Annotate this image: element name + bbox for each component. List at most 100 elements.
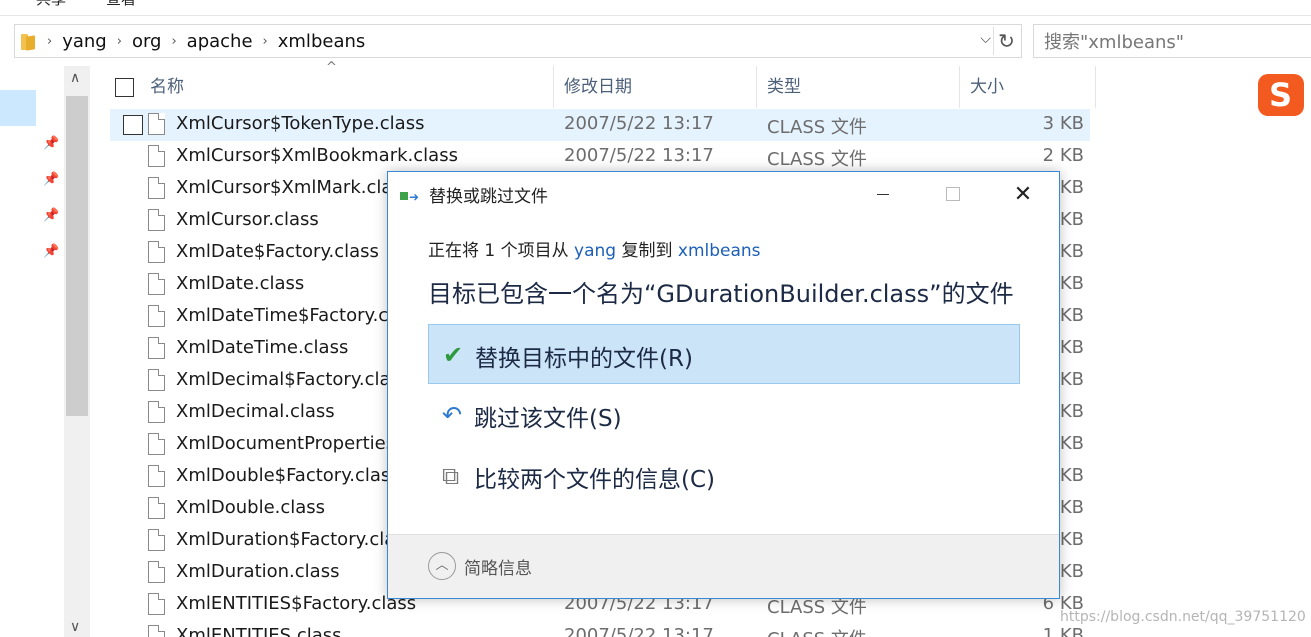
copy-status-prefix: 正在将 1 个项目从 [428,241,575,261]
file-size: 3 KB [1042,113,1084,134]
ribbon-tabs: 共享 查看 [0,0,136,8]
file-name: XmlCursor$TokenType.class [176,113,425,134]
column-date[interactable]: 修改日期 [554,66,757,108]
destination-folder-link[interactable]: xmlbeans [678,241,761,261]
breadcrumb-org[interactable]: org [132,31,162,52]
file-name: XmlDouble.class [176,497,326,518]
file-row[interactable]: XmlENTITIES.class 2007/5/22 13:17 CLASS 文件… [110,621,1090,637]
chevron-right-icon[interactable]: › [171,34,176,49]
file-name: XmlCursor.class [176,209,319,230]
fewer-details-label[interactable]: 简略信息 [464,554,532,579]
navigation-pane: 📌 📌 📌 📌 [0,66,64,637]
file-name: XmlDate.class [176,273,305,294]
nav-scrollbar[interactable]: ∧ ∨ [64,66,90,637]
refresh-icon[interactable]: ↻ [993,27,1019,55]
address-bar[interactable]: › yang › org › apache › xmlbeans ⌵ ↻ [14,24,1022,58]
file-name: XmlDateTime.class [176,337,349,358]
file-size: KB [1059,369,1084,390]
nav-selected-item[interactable] [0,90,36,126]
breadcrumb-yang[interactable]: yang [62,31,107,52]
skip-file-option[interactable]: ↶ 跳过该文件(S) [428,385,1020,445]
chevron-up-icon: ︿ [435,558,449,573]
column-type[interactable]: 类型 [757,66,960,108]
file-icon [148,561,165,583]
select-all-checkbox[interactable] [115,78,134,97]
file-type: CLASS 文件 [767,625,867,637]
file-date: 2007/5/22 13:17 [564,625,714,637]
file-icon [148,241,165,263]
pin-icon[interactable]: 📌 [43,244,59,259]
chevron-down-icon[interactable]: ⌵ [980,31,991,47]
file-icon [148,145,165,167]
conflict-message: 目标已包含一个名为“GDurationBuilder.class”的文件 [428,280,1014,308]
file-icon [148,625,165,637]
watermark: https://blog.csdn.net/qq_39751120 [1060,609,1306,625]
chevron-right-icon[interactable]: › [47,34,52,49]
close-icon: ✕ [1013,181,1033,207]
pin-icon[interactable]: 📌 [43,172,59,187]
breadcrumb-xmlbeans[interactable]: xmlbeans [278,31,366,52]
source-folder-link[interactable]: yang [574,241,616,261]
file-icon [148,433,165,455]
tab-view[interactable]: 查看 [106,0,136,8]
file-icon [148,305,165,327]
file-size: KB [1059,561,1084,582]
file-icon [148,401,165,423]
compare-files-label: 比较两个文件的信息(C) [474,467,716,493]
file-icon [148,113,165,135]
file-icon [148,273,165,295]
file-name: XmlCursor$XmlBookmark.class [176,145,458,166]
minimize-icon [877,193,889,195]
file-name: XmlDateTime$Factory.class [176,305,423,326]
collapse-details-button[interactable]: ︿ [428,552,456,580]
file-name: XmlCursor$XmlMark.class [176,177,412,198]
column-name[interactable]: 名称 [140,66,554,108]
chevron-right-icon[interactable]: › [263,34,268,49]
pin-icon[interactable]: 📌 [43,136,59,151]
file-icon [148,369,165,391]
file-name: XmlENTITIES.class [176,625,342,637]
breadcrumb-apache[interactable]: apache [187,31,253,52]
file-size: 2 KB [1042,145,1084,166]
column-size[interactable]: 大小 [960,66,1096,108]
file-name: XmlDecimal.class [176,401,335,422]
copy-status-mid: 复制到 [616,241,678,261]
file-name: XmlENTITIES$Factory.class [176,593,417,614]
compare-files-option[interactable]: ⧉ 比较两个文件的信息(C) [428,446,1020,506]
row-checkbox[interactable] [123,115,143,135]
close-button[interactable]: ✕ [988,172,1058,216]
file-name: XmlDuration.class [176,561,340,582]
file-size: KB [1059,401,1084,422]
scrollbar-thumb[interactable] [66,96,88,416]
ribbon-divider [0,15,1311,16]
copy-status-text: 正在将 1 个项目从 yang 复制到 xmlbeans [428,236,761,261]
file-type: CLASS 文件 [767,117,867,138]
file-row[interactable]: XmlCursor$TokenType.class 2007/5/22 13:17… [110,109,1090,141]
tab-share[interactable]: 共享 [36,0,66,8]
dialog-footer: ︿ 简略信息 [388,534,1059,598]
file-name: XmlDouble$Factory.class [176,465,400,486]
file-icon [148,177,165,199]
replace-file-label: 替换目标中的文件(R) [475,346,693,372]
file-size: KB [1059,433,1084,454]
scroll-up-icon[interactable]: ∧ [70,70,80,86]
search-input[interactable]: 搜索"xmlbeans" [1033,24,1311,58]
file-size: KB [1059,177,1084,198]
file-row[interactable]: XmlCursor$XmlBookmark.class 2007/5/22 13:… [110,141,1090,173]
file-size: KB [1059,241,1084,262]
scroll-down-icon[interactable]: ∨ [70,619,80,635]
chevron-right-icon[interactable]: › [117,34,122,49]
file-icon [148,593,165,615]
dialog-titlebar[interactable]: ➜ 替换或跳过文件 ✕ [388,172,1059,216]
file-icon [148,497,165,519]
dialog-title: 替换或跳过文件 [429,187,548,207]
column-header: ^ 名称 修改日期 类型 大小 [110,60,1096,108]
copy-files-icon: ➜ [400,190,422,204]
pin-icon[interactable]: 📌 [43,208,59,223]
replace-file-option[interactable]: ✔ 替换目标中的文件(R) [428,324,1020,384]
maximize-button[interactable] [918,172,988,216]
minimize-button[interactable] [848,172,918,216]
sogou-ime-icon[interactable]: S [1258,74,1304,116]
compare-icon: ⧉ [442,462,460,490]
file-size: KB [1059,465,1084,486]
